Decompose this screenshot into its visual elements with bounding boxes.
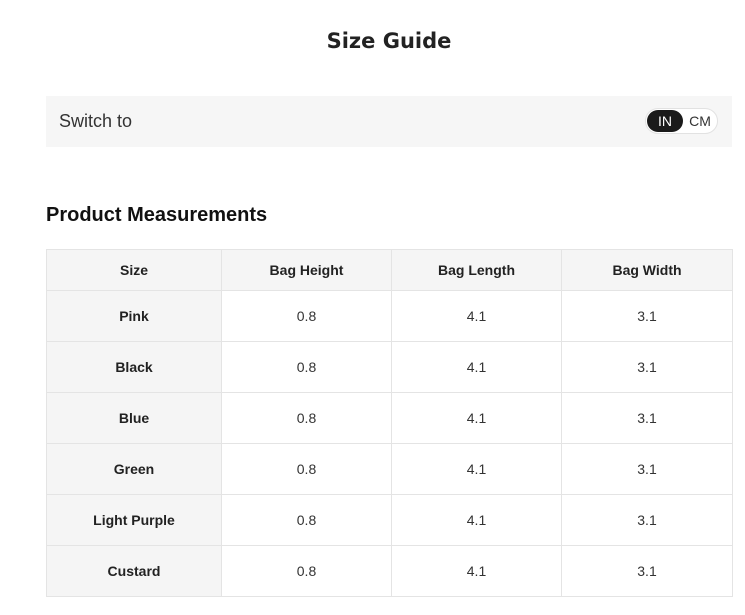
bag-width-cell: 3.1: [561, 545, 733, 597]
bag-width-cell: 3.1: [561, 341, 733, 393]
bag-width-cell: 3.1: [561, 443, 733, 495]
table-row: Blue 0.8 4.1 3.1: [46, 392, 733, 444]
table-row: Black 0.8 4.1 3.1: [46, 341, 733, 393]
table-header-row: Size Bag Height Bag Length Bag Width: [46, 249, 733, 291]
bag-length-cell: 4.1: [391, 443, 562, 495]
switch-label: Switch to: [59, 111, 133, 131]
unit-option-cm[interactable]: CM: [684, 110, 716, 132]
header-size: Size: [46, 249, 222, 291]
bag-width-cell: 3.1: [561, 392, 733, 444]
bag-length-cell: 4.1: [391, 341, 562, 393]
table-row: Green 0.8 4.1 3.1: [46, 443, 733, 495]
size-cell: Custard: [46, 545, 222, 597]
bag-width-cell: 3.1: [561, 290, 733, 342]
section-title: Product Measurements: [46, 204, 268, 226]
page-title: Size Guide: [326, 29, 452, 53]
bag-length-cell: 4.1: [391, 290, 562, 342]
table-row: Custard 0.8 4.1 3.1: [46, 545, 733, 597]
header-bag-length: Bag Length: [391, 249, 562, 291]
size-cell: Blue: [46, 392, 222, 444]
bag-length-cell: 4.1: [391, 494, 562, 546]
size-cell: Green: [46, 443, 222, 495]
table-row: Pink 0.8 4.1 3.1: [46, 290, 733, 342]
unit-toggle[interactable]: IN CM: [645, 108, 718, 134]
measurements-table: Size Bag Height Bag Length Bag Width Pin…: [46, 249, 733, 597]
bag-height-cell: 0.8: [221, 341, 392, 393]
size-cell: Pink: [46, 290, 222, 342]
bag-length-cell: 4.1: [391, 392, 562, 444]
bag-height-cell: 0.8: [221, 494, 392, 546]
table-row: Light Purple 0.8 4.1 3.1: [46, 494, 733, 546]
bag-height-cell: 0.8: [221, 392, 392, 444]
bag-height-cell: 0.8: [221, 290, 392, 342]
unit-switch-bar: Switch to IN CM: [46, 96, 732, 147]
bag-width-cell: 3.1: [561, 494, 733, 546]
header-bag-width: Bag Width: [561, 249, 733, 291]
bag-height-cell: 0.8: [221, 545, 392, 597]
header-bag-height: Bag Height: [221, 249, 392, 291]
size-cell: Light Purple: [46, 494, 222, 546]
bag-length-cell: 4.1: [391, 545, 562, 597]
size-cell: Black: [46, 341, 222, 393]
bag-height-cell: 0.8: [221, 443, 392, 495]
unit-option-in[interactable]: IN: [647, 110, 683, 132]
